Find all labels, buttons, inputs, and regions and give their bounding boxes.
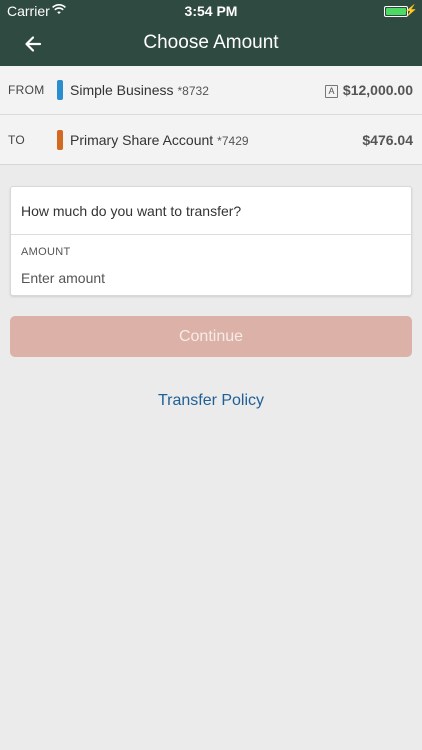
to-account-number: *7429 xyxy=(217,134,249,148)
status-bar: Carrier 3:54 PM ⚡ xyxy=(0,0,422,22)
continue-button[interactable]: Continue xyxy=(10,316,412,357)
nav-bar: Choose Amount xyxy=(0,22,422,66)
to-account-color-bar xyxy=(57,130,63,150)
to-account-balance: $476.04 xyxy=(362,132,413,148)
page-title: Choose Amount xyxy=(143,32,279,53)
transfer-policy-link[interactable]: Transfer Policy xyxy=(0,392,422,410)
from-account-color-bar xyxy=(57,80,63,100)
from-label: FROM xyxy=(8,83,45,97)
from-account-balance: $12,000.00 xyxy=(342,82,413,98)
from-account-name: Simple Business *8732 xyxy=(70,82,209,98)
to-account-row[interactable]: TO Primary Share Account *7429 $476.04 xyxy=(0,116,422,165)
amount-label: AMOUNT xyxy=(21,246,71,258)
amount-input[interactable] xyxy=(21,267,401,289)
charging-icon: ⚡ xyxy=(404,5,418,17)
to-account-name: Primary Share Account *7429 xyxy=(70,132,249,148)
from-account-number: *8732 xyxy=(177,84,209,98)
amount-card: How much do you want to transfer? AMOUNT xyxy=(10,186,412,296)
to-label: TO xyxy=(8,133,26,147)
transfer-accounts: FROM Simple Business *8732 A $12,000.00 T… xyxy=(0,66,422,165)
amount-question: How much do you want to transfer? xyxy=(21,203,242,219)
card-divider xyxy=(11,234,411,235)
from-account-row[interactable]: FROM Simple Business *8732 A $12,000.00 xyxy=(0,66,422,115)
account-type-badge: A xyxy=(325,85,338,98)
status-time: 3:54 PM xyxy=(184,3,238,19)
